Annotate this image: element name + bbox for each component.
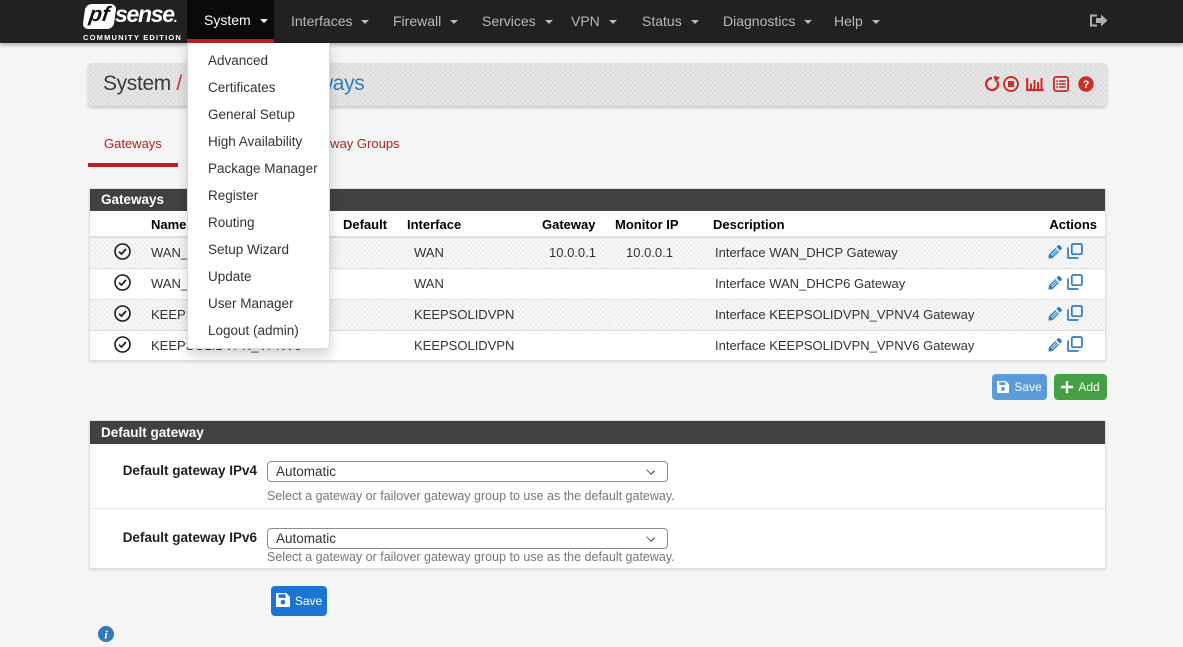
svg-text:?: ?	[1083, 79, 1090, 91]
